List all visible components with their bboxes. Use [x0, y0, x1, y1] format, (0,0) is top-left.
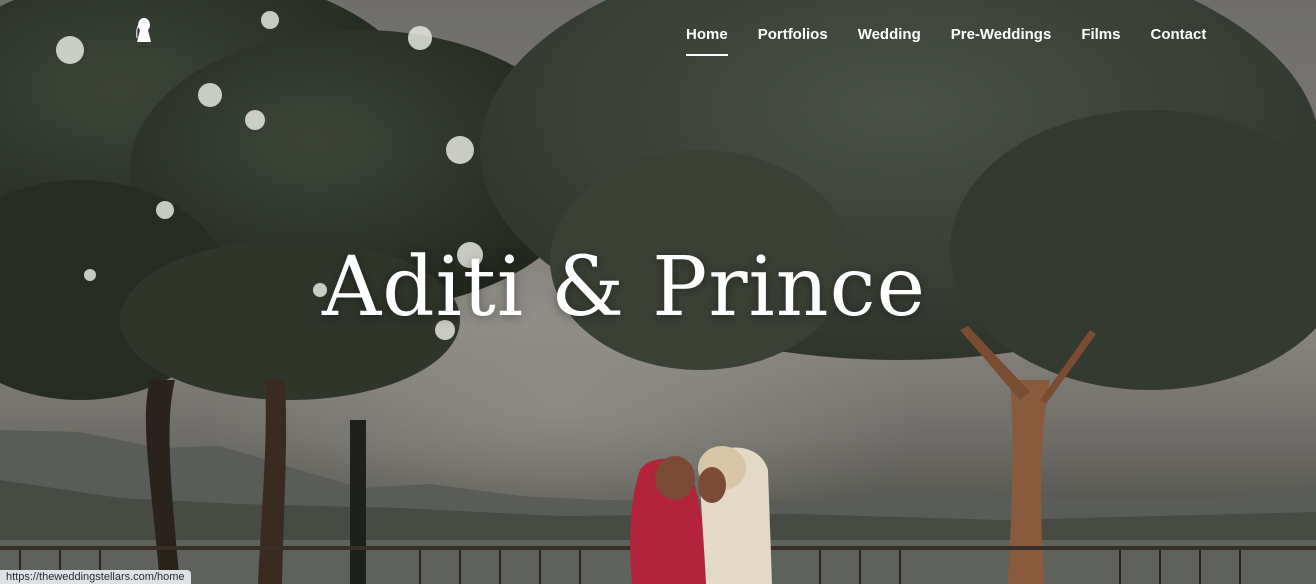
- nav-link-portfolios[interactable]: Portfolios: [758, 26, 828, 48]
- main-navigation: Home Portfolios Wedding Pre-Weddings Fil…: [686, 26, 1207, 56]
- hero-title: Aditi & Prince: [0, 240, 1316, 335]
- hero-title-text: Aditi & Prince: [321, 240, 927, 335]
- status-bar-url: https://theweddingstellars.com/home: [0, 570, 191, 584]
- nav-link-wedding[interactable]: Wedding: [858, 26, 921, 48]
- nav-link-films[interactable]: Films: [1081, 26, 1120, 48]
- nav-link-contact[interactable]: Contact: [1151, 26, 1207, 48]
- hero-section: Home Portfolios Wedding Pre-Weddings Fil…: [0, 0, 1316, 584]
- nav-link-home[interactable]: Home: [686, 26, 728, 56]
- bride-silhouette-logo-icon[interactable]: [128, 14, 160, 46]
- nav-link-pre-weddings[interactable]: Pre-Weddings: [951, 26, 1052, 48]
